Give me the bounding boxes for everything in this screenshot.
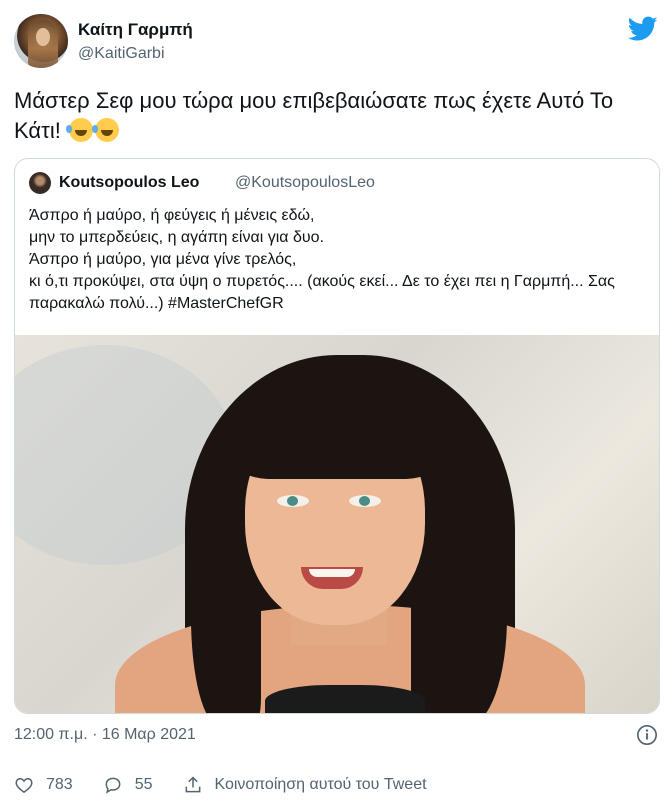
- share-upload-icon: [185, 776, 200, 793]
- tweet-actions: 783 55 Κοινοποίηση αυτού του Tweet: [14, 772, 654, 798]
- photo-top-garment: [265, 685, 425, 713]
- heart-icon: [15, 777, 33, 793]
- like-button[interactable]: 783: [14, 775, 73, 795]
- quoted-tweet-text: Άσπρο ή μαύρο, ή φεύγεις ή μένεις εδώ, μ…: [29, 207, 615, 312]
- photo-bangs: [229, 369, 445, 479]
- info-icon[interactable]: [636, 724, 658, 746]
- reply-button[interactable]: 55: [103, 775, 153, 795]
- quoted-author-avatar: [29, 172, 51, 194]
- share-label: Κοινοποίηση αυτού του Tweet: [214, 776, 427, 793]
- quoted-author-name: Koutsopoulos Leo: [59, 174, 200, 191]
- tweet-text: Μάστερ Σεφ μου τώρα μου επιβεβαιώσατε πω…: [14, 86, 654, 146]
- quoted-tweet[interactable]: Koutsopoulos Leo @KoutsopoulosLeo Άσπρο …: [14, 158, 660, 714]
- author-name[interactable]: Καίτη Γαρμπή: [78, 20, 193, 40]
- photo-eye-right: [349, 495, 381, 507]
- twitter-bird-icon[interactable]: [628, 16, 658, 42]
- photo-eye-left: [277, 495, 309, 507]
- quoted-author-handle: @KoutsopoulosLeo: [235, 174, 375, 191]
- share-button[interactable]: Κοινοποίηση αυτού του Tweet: [183, 775, 427, 795]
- quoted-tweet-photo[interactable]: [15, 335, 659, 713]
- like-count: 783: [46, 776, 73, 793]
- photo-hair-right: [411, 455, 507, 713]
- author-handle[interactable]: @KaitiGarbi: [78, 45, 165, 63]
- avatar-face: [36, 28, 50, 46]
- reply-count: 55: [134, 776, 153, 793]
- tweet-timestamp[interactable]: 12:00 π.μ. · 16 Μαρ 2021: [14, 726, 196, 744]
- reply-bubble-icon: [105, 777, 121, 794]
- rolling-laughing-emoji-icon: [91, 118, 119, 142]
- author-avatar[interactable]: [14, 14, 68, 68]
- quoted-tweet-header: Koutsopoulos Leo @KoutsopoulosLeo: [29, 172, 629, 196]
- rolling-laughing-emoji-icon: [65, 118, 93, 142]
- tweet-header: Καίτη Γαρμπή @KaitiGarbi: [14, 14, 658, 70]
